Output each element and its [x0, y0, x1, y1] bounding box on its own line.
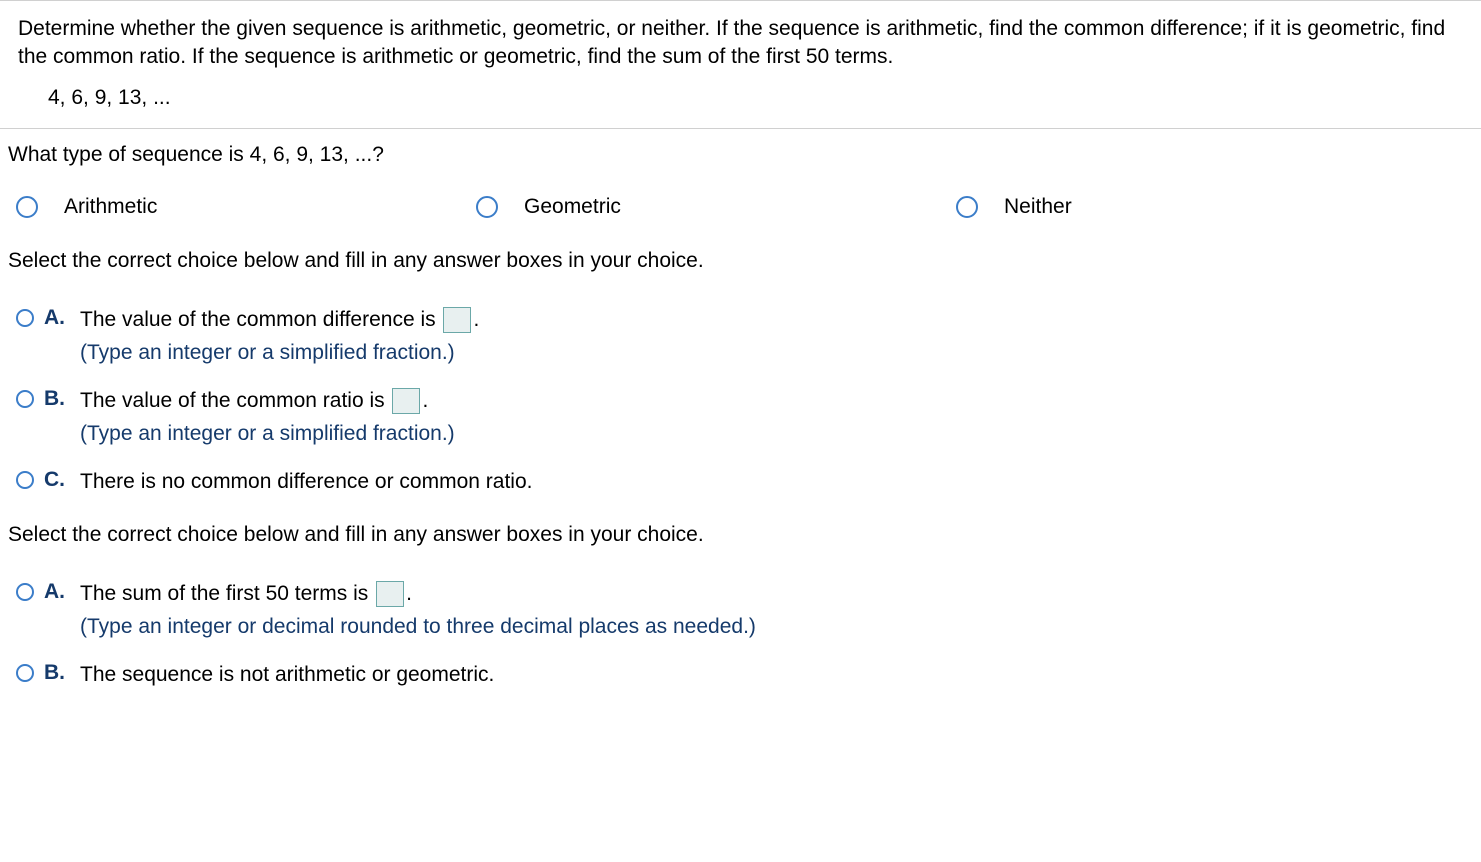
- choice-letter: B.: [44, 387, 68, 411]
- choice-text-before: The value of the common difference is: [80, 308, 441, 331]
- problem-statement: Determine whether the given sequence is …: [0, 0, 1481, 129]
- answer-input[interactable]: [376, 581, 404, 607]
- choice-letter: A.: [44, 580, 68, 604]
- choice-letter: B.: [44, 661, 68, 685]
- q3-choices: A. The sum of the first 50 terms is . (T…: [8, 577, 1473, 692]
- q3-instruction: Select the correct choice below and fill…: [8, 523, 1473, 547]
- q2-choice-c[interactable]: C. There is no common difference or comm…: [16, 465, 1473, 499]
- option-label: Neither: [1004, 195, 1072, 219]
- radio-icon[interactable]: [476, 196, 498, 218]
- choice-text: There is no common difference or common …: [80, 470, 532, 493]
- choice-text-after: .: [422, 389, 428, 412]
- radio-icon[interactable]: [16, 664, 34, 682]
- choice-text-before: The sum of the first 50 terms is: [80, 582, 374, 605]
- sequence-display: 4, 6, 9, 13, ...: [18, 86, 1463, 110]
- choice-letter: C.: [44, 468, 68, 492]
- answer-input[interactable]: [443, 307, 471, 333]
- answer-input[interactable]: [392, 388, 420, 414]
- option-label: Arithmetic: [64, 195, 157, 219]
- radio-icon[interactable]: [16, 583, 34, 601]
- radio-icon[interactable]: [956, 196, 978, 218]
- q3-choice-a[interactable]: A. The sum of the first 50 terms is . (T…: [16, 577, 1473, 644]
- q2-choice-b[interactable]: B. The value of the common ratio is . (T…: [16, 384, 1473, 451]
- choice-text-after: .: [473, 308, 479, 331]
- choice-body: There is no common difference or common …: [80, 465, 1473, 499]
- radio-icon[interactable]: [16, 309, 34, 327]
- choice-hint: (Type an integer or decimal rounded to t…: [80, 615, 756, 638]
- q2-choice-a[interactable]: A. The value of the common difference is…: [16, 303, 1473, 370]
- q3-choice-b[interactable]: B. The sequence is not arithmetic or geo…: [16, 658, 1473, 692]
- q1-options: Arithmetic Geometric Neither: [8, 195, 1473, 219]
- choice-body: The sum of the first 50 terms is . (Type…: [80, 577, 1473, 644]
- q2-choices: A. The value of the common difference is…: [8, 303, 1473, 499]
- choice-letter: A.: [44, 306, 68, 330]
- choice-hint: (Type an integer or a simplified fractio…: [80, 341, 455, 364]
- radio-icon[interactable]: [16, 196, 38, 218]
- q2-instruction: Select the correct choice below and fill…: [8, 249, 1473, 273]
- q1-prompt: What type of sequence is 4, 6, 9, 13, ..…: [8, 143, 1473, 167]
- q1-option-geometric[interactable]: Geometric: [476, 195, 956, 219]
- choice-body: The sequence is not arithmetic or geomet…: [80, 658, 1473, 692]
- problem-text: Determine whether the given sequence is …: [18, 15, 1463, 72]
- choice-body: The value of the common difference is . …: [80, 303, 1473, 370]
- radio-icon[interactable]: [16, 471, 34, 489]
- option-label: Geometric: [524, 195, 621, 219]
- radio-icon[interactable]: [16, 390, 34, 408]
- choice-body: The value of the common ratio is . (Type…: [80, 384, 1473, 451]
- choice-text-before: The value of the common ratio is: [80, 389, 390, 412]
- q1-option-neither[interactable]: Neither: [956, 195, 1072, 219]
- question-section: What type of sequence is 4, 6, 9, 13, ..…: [0, 129, 1481, 692]
- q1-option-arithmetic[interactable]: Arithmetic: [16, 195, 476, 219]
- choice-hint: (Type an integer or a simplified fractio…: [80, 422, 455, 445]
- choice-text: The sequence is not arithmetic or geomet…: [80, 663, 494, 686]
- choice-text-after: .: [406, 582, 412, 605]
